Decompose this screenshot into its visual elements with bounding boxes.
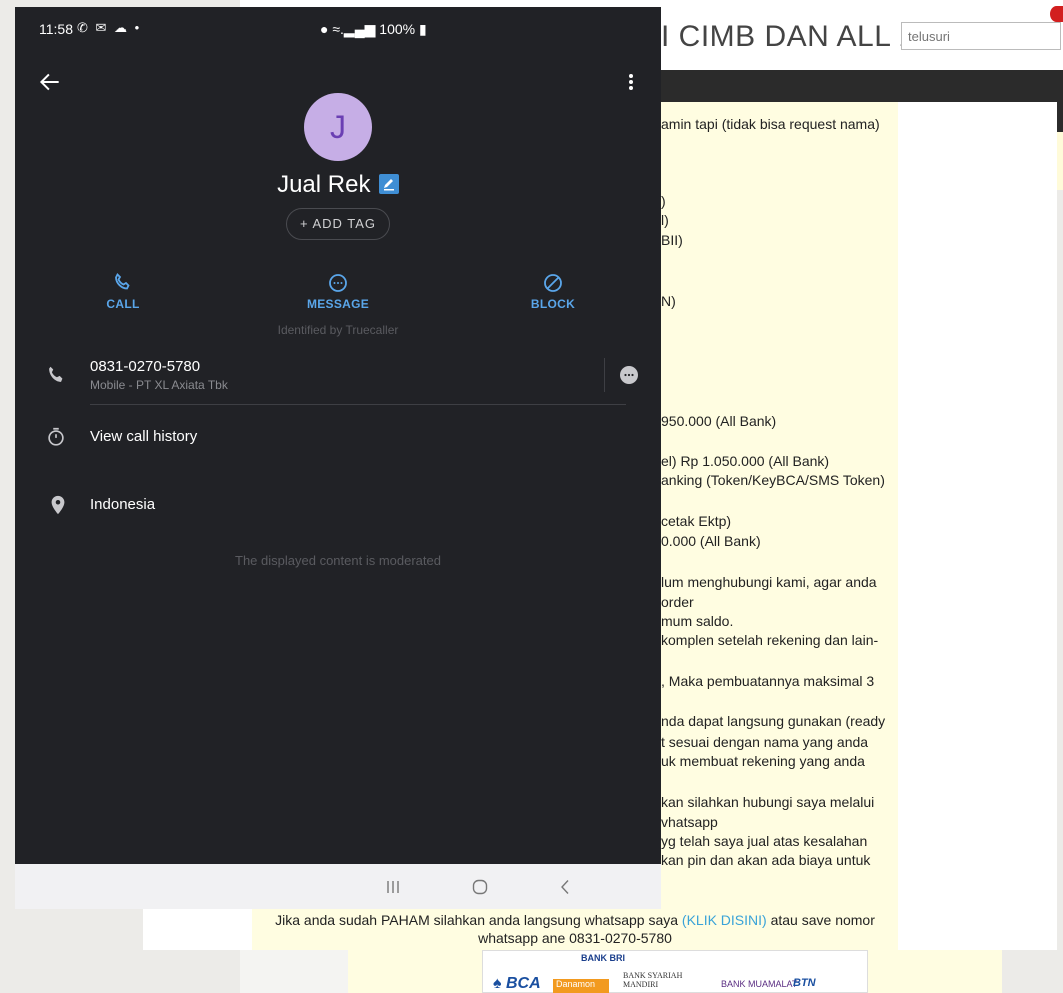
web-content-line: )	[661, 193, 666, 209]
notification-icons: ✆ ✉ ☁ •	[77, 20, 142, 35]
web-content-line: uk membuat rekening yang anda	[661, 753, 865, 769]
web-content-line: komplen setelah rekening dan lain-	[661, 632, 879, 648]
contact-name: Jual Rek	[277, 171, 371, 198]
message-icon	[329, 274, 347, 292]
phone-carrier: Mobile - PT XL Axiata Tbk	[90, 378, 228, 392]
web-content-line: el) Rp 1.050.000 (All Bank)	[661, 453, 830, 469]
moderated-notice: The displayed content is moderated	[235, 553, 441, 568]
status-time: 11:58	[39, 21, 73, 37]
phone-icon	[115, 272, 130, 290]
web-content-line: amin tapi (tidak bisa request nama)	[661, 116, 880, 132]
location-pin-icon	[51, 495, 65, 515]
more-options-icon[interactable]	[623, 69, 639, 95]
web-content-line: kan silahkan hubungi saya melalui	[661, 794, 875, 810]
add-tag-button[interactable]: + ADD TAG	[286, 208, 390, 240]
location-label: Indonesia	[90, 496, 156, 513]
status-bar: 11:58 ✆ ✉ ☁ • ● ≈.▂▄▆ 100% ▮	[15, 7, 661, 49]
identified-by-label: Identified by Truecaller	[277, 323, 399, 337]
web-content-line: , Maka pembuatannya maksimal 3	[661, 673, 875, 689]
web-content-line: t sesuai dengan nama yang anda	[661, 734, 869, 750]
web-content-line: mum saldo.	[661, 613, 734, 629]
phone-number[interactable]: 0831-0270-5780	[90, 358, 200, 375]
web-bottom-text: Jika anda sudah PAHAM silahkan anda lang…	[275, 912, 875, 946]
web-content-line: yg telah saya jual atas kesalahan	[661, 833, 868, 849]
contact-avatar: J	[304, 93, 372, 161]
bank-bca-logo: ♠ BCA	[493, 975, 541, 992]
web-content-line: nda dapat langsung gunakan (ready	[661, 713, 886, 729]
battery-percent: 100%	[379, 21, 416, 37]
web-content-line: l)	[661, 212, 669, 228]
web-right-column	[898, 102, 1057, 950]
location-status-icon: ●	[320, 21, 329, 37]
web-content-line: BII)	[661, 232, 683, 248]
phone-screenshot: 11:58 ✆ ✉ ☁ • ● ≈.▂▄▆ 100% ▮ J Jual Rek …	[15, 7, 661, 909]
bank-syariah-logo: BANK SYARIAH MANDIRI	[623, 971, 683, 989]
vertical-divider	[604, 358, 605, 392]
status-indicators: ● ≈.▂▄▆ 100% ▮	[320, 21, 427, 38]
recent-apps-icon[interactable]	[384, 878, 402, 896]
bank-muamalat-logo: BANK MUAMALAT	[721, 979, 798, 989]
sms-bubble-icon[interactable]	[618, 364, 640, 386]
view-call-history[interactable]: View call history	[90, 428, 197, 445]
web-content-line: lum menghubungi kami, agar anda	[661, 574, 877, 590]
battery-icon: ▮	[418, 21, 427, 37]
contact-name-row: Jual Rek	[15, 171, 661, 203]
message-button[interactable]: MESSAGE	[278, 271, 398, 311]
android-nav-bar	[15, 864, 661, 909]
back-arrow-icon[interactable]	[37, 69, 63, 95]
block-button[interactable]: BLOCK	[493, 271, 613, 311]
web-page-title: I CIMB DAN ALL ...	[661, 20, 913, 53]
web-content-line: N)	[661, 293, 676, 309]
phone-row-icon	[49, 366, 63, 382]
web-content-line: 950.000 (All Bank)	[661, 413, 777, 429]
horizontal-divider	[90, 404, 626, 405]
nav-back-icon[interactable]	[556, 878, 574, 896]
timer-icon	[48, 427, 64, 446]
web-bottom-left	[240, 950, 348, 993]
call-button[interactable]: CALL	[63, 271, 183, 311]
opera-logo-icon[interactable]	[1050, 6, 1063, 22]
bank-btn-logo: BTN	[793, 977, 816, 989]
web-content-line: anking (Token/KeyBCA/SMS Token)	[661, 472, 885, 488]
whatsapp-link[interactable]: (KLIK DISINI)	[682, 912, 767, 928]
web-side-strip	[1057, 132, 1063, 190]
web-content-line: kan pin dan akan ada biaya untuk	[661, 852, 871, 868]
bank-danamon-logo: Danamon	[553, 979, 609, 993]
bank-logos: BANK BRI ♠ BCA Danamon BANK SYARIAH MANDI…	[482, 950, 868, 993]
web-content-line: vhatsapp	[661, 814, 718, 830]
wifi-signal-icon: ≈.▂▄▆	[332, 21, 376, 37]
edit-name-icon[interactable]	[378, 174, 399, 194]
web-content-line: 0.000 (All Bank)	[661, 533, 761, 549]
block-icon	[544, 274, 562, 292]
web-content-line: order	[661, 594, 694, 610]
web-search-input[interactable]	[901, 22, 1061, 50]
home-icon[interactable]	[471, 878, 489, 896]
web-navbar-edge	[1057, 102, 1063, 132]
web-content-line: cetak Ektp)	[661, 513, 732, 529]
